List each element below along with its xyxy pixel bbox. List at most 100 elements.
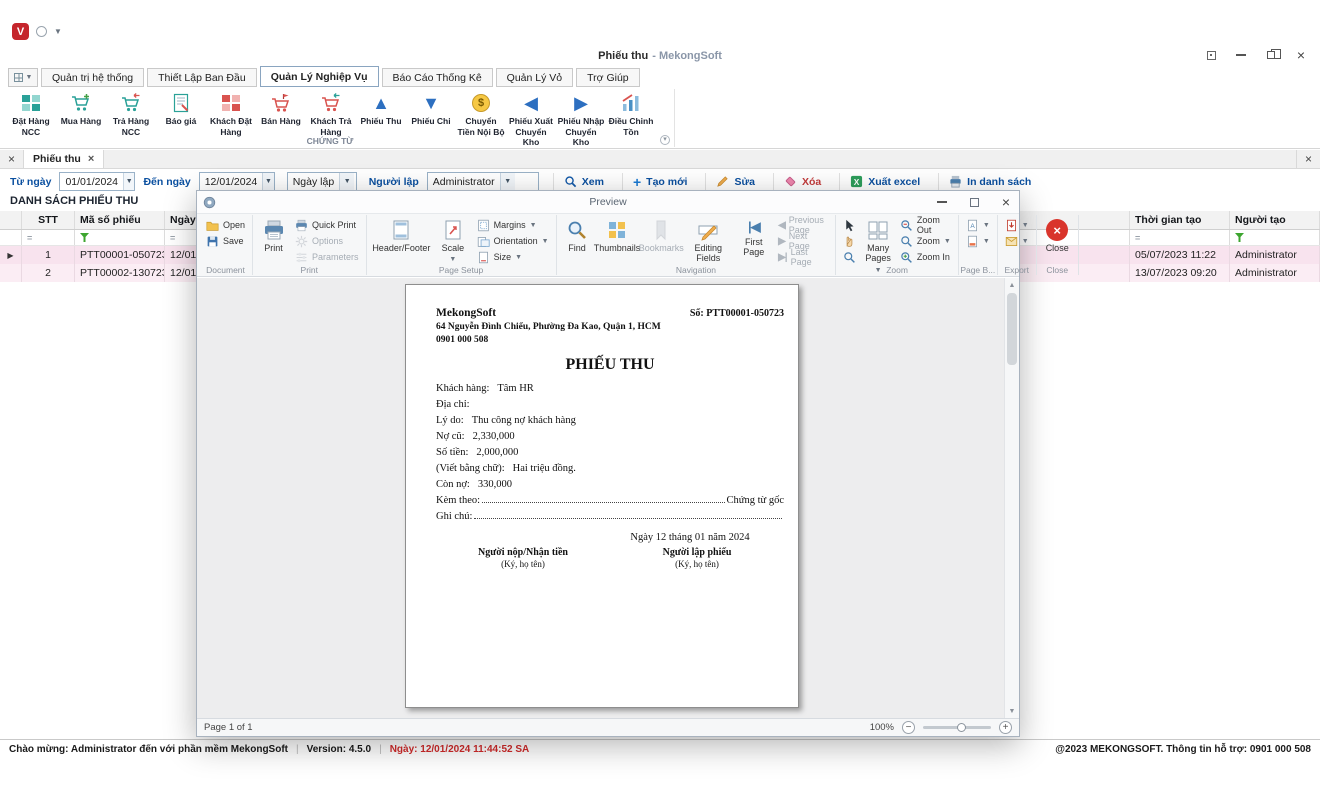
preview-minimize-button[interactable] (935, 195, 949, 209)
send-email-button[interactable]: ▼ (1002, 233, 1032, 249)
editing-fields-button[interactable]: Editing Fields (684, 217, 732, 264)
refresh-icon[interactable] (36, 26, 47, 37)
quick-print-button[interactable]: Quick Print (292, 217, 362, 233)
header-stt[interactable]: STT (22, 211, 75, 229)
tab-close-icon[interactable]: × (88, 153, 94, 165)
scroll-down-icon[interactable]: ▼ (1005, 704, 1019, 718)
filter-nguoi-tao[interactable] (1230, 230, 1320, 245)
zoom-icon (900, 235, 913, 248)
page-color-icon (966, 235, 979, 248)
preview-maximize-button[interactable] (967, 195, 981, 209)
view-button[interactable]: Xem (553, 173, 614, 191)
zoom-out-button[interactable]: Zoom Out (897, 217, 954, 233)
menu-grid-button[interactable]: ▼ (8, 68, 38, 87)
zoom-in-stepper[interactable]: + (999, 721, 1012, 734)
ribbon-item-phieu-chi[interactable]: ▼ Phiếu Chi (406, 90, 456, 127)
dropdown-icon[interactable]: ▼ (123, 173, 134, 190)
tab-thiet-lap-ban-dau[interactable]: Thiết Lập Ban Đầu (147, 68, 257, 87)
tab-tro-giup[interactable]: Trợ Giúp (576, 68, 640, 87)
tab-quan-ly-nghiep-vu[interactable]: Quản Lý Nghiệp Vụ (260, 66, 379, 87)
ribbon-item-chuyen-tien-noi-bo[interactable]: $ Chuyển Tiền Nội Bộ (456, 90, 506, 137)
print-button[interactable]: Print (257, 217, 290, 253)
export-excel-button[interactable]: X Xuất excel (839, 173, 930, 191)
ribbon-item-khach-tra-hang[interactable]: Khách Trả Hàng (306, 90, 356, 137)
tabstrip-close-all-button[interactable]: × (1296, 150, 1320, 168)
dotted-leader (482, 495, 725, 503)
create-new-button[interactable]: + Tạo mới (622, 173, 698, 191)
scale-button[interactable]: Scale ▼ (434, 217, 472, 264)
delete-button[interactable]: Xóa (773, 173, 831, 191)
date-type-select[interactable]: Ngày lập ▼ (287, 172, 357, 191)
tab-quan-ly-vo[interactable]: Quản Lý Vỏ (496, 68, 573, 87)
print-list-button[interactable]: In danh sách (938, 173, 1041, 191)
to-date-label: Đến ngày (143, 176, 190, 188)
pointer-icon (843, 219, 856, 232)
ribbon-item-dat-hang-ncc[interactable]: Đặt Hàng NCC (6, 90, 56, 137)
page-color-button[interactable]: ▼ (963, 233, 993, 249)
next-page-icon: ▶ (778, 236, 785, 247)
preview-close-button[interactable]: × (999, 195, 1013, 209)
scroll-up-icon[interactable]: ▲ (1005, 278, 1019, 292)
export-document-button[interactable]: ▼ (1002, 217, 1032, 233)
to-date-input[interactable]: 12/01/2024 ▼ (199, 172, 275, 191)
zoom-button[interactable]: Zoom▼ (897, 233, 954, 249)
preview-scrollbar[interactable]: ▲ ▼ (1004, 278, 1019, 718)
dropdown-icon[interactable]: ▼ (500, 173, 515, 190)
watermark-button[interactable]: A▼ (963, 217, 993, 233)
from-date-input[interactable]: 01/01/2024 ▼ (59, 172, 135, 191)
filter-ma-so-phieu[interactable] (75, 230, 165, 245)
attach-value: Chứng từ gốc (727, 495, 784, 506)
page-indicator: Page 1 of 1 (204, 722, 253, 733)
find-button[interactable]: Find (561, 217, 594, 253)
ribbon-item-dieu-chinh-ton[interactable]: Điều Chỉnh Tồn (606, 90, 656, 137)
dropdown-icon[interactable]: ▼ (262, 173, 273, 190)
fullscreen-button[interactable] (1204, 48, 1218, 62)
ribbon-item-khach-dat-hang[interactable]: Khách Đặt Hàng (206, 90, 256, 137)
doc-tab-phieu-thu[interactable]: Phiếu thu × (24, 150, 104, 168)
creator-select[interactable]: Administrator ▼ (427, 172, 539, 191)
hand-tool-button[interactable] (840, 233, 859, 249)
dropdown-icon[interactable]: ▼ (339, 173, 354, 190)
save-button[interactable]: Save (203, 233, 248, 249)
zoom-slider[interactable] (923, 726, 991, 729)
minimize-icon (937, 201, 947, 203)
ribbon-item-mua-hang[interactable]: Mua Hàng (56, 90, 106, 127)
ribbon-group-launcher-icon[interactable]: ▾ (660, 135, 670, 145)
zoom-slider-thumb[interactable] (957, 723, 966, 732)
first-page-button[interactable]: |◀First Page (734, 217, 773, 258)
from-date-label: Từ ngày (10, 176, 51, 188)
scale-icon (442, 219, 464, 241)
scrollbar-thumb[interactable] (1007, 293, 1017, 365)
minimize-button[interactable] (1234, 48, 1248, 62)
ribbon-item-ban-hang[interactable]: Bán Hàng (256, 90, 306, 127)
edit-button[interactable]: Sửa (705, 173, 764, 191)
header-footer-button[interactable]: Header/Footer (371, 217, 433, 253)
tab-bao-cao-thong-ke[interactable]: Báo Cáo Thống Kê (382, 68, 493, 87)
preview-title-bar[interactable]: Preview × (197, 191, 1019, 213)
magnifier-tool-button[interactable] (840, 249, 859, 265)
size-button[interactable]: Size▼ (474, 249, 552, 265)
thumbnails-button[interactable]: Thumbnails (596, 217, 639, 253)
tab-quan-tri-he-thong[interactable]: Quản trị hệ thống (41, 68, 144, 87)
qat-dropdown-icon[interactable]: ▼ (54, 27, 62, 36)
restore-button[interactable] (1264, 48, 1278, 62)
folder-open-icon (206, 219, 219, 232)
header-ma-so-phieu[interactable]: Mã số phiếu (75, 211, 165, 229)
filter-thoi-gian-tao[interactable]: = (1130, 230, 1230, 245)
preview-close-big-button[interactable]: ×Close (1041, 217, 1074, 253)
filter-stt[interactable]: = (22, 230, 75, 245)
open-button[interactable]: Open (203, 217, 248, 233)
close-window-button[interactable]: × (1294, 48, 1308, 62)
tabstrip-close-button[interactable]: × (0, 150, 24, 168)
ribbon-item-phieu-thu[interactable]: ▲ Phiếu Thu (356, 90, 406, 127)
header-thoi-gian-tao[interactable]: Thời gian tạo (1130, 211, 1230, 229)
pointer-tool-button[interactable] (840, 217, 859, 233)
zoom-in-button[interactable]: Zoom In (897, 249, 954, 265)
header-nguoi-tao[interactable]: Người tạo (1230, 211, 1320, 229)
app-logo[interactable]: V (12, 23, 29, 40)
margins-button[interactable]: Margins▼ (474, 217, 552, 233)
zoom-out-stepper[interactable]: − (902, 721, 915, 734)
orientation-button[interactable]: Orientation▼ (474, 233, 552, 249)
ribbon-item-tra-hang-ncc[interactable]: Trả Hàng NCC (106, 90, 156, 137)
ribbon-item-bao-gia[interactable]: Báo giá (156, 90, 206, 127)
